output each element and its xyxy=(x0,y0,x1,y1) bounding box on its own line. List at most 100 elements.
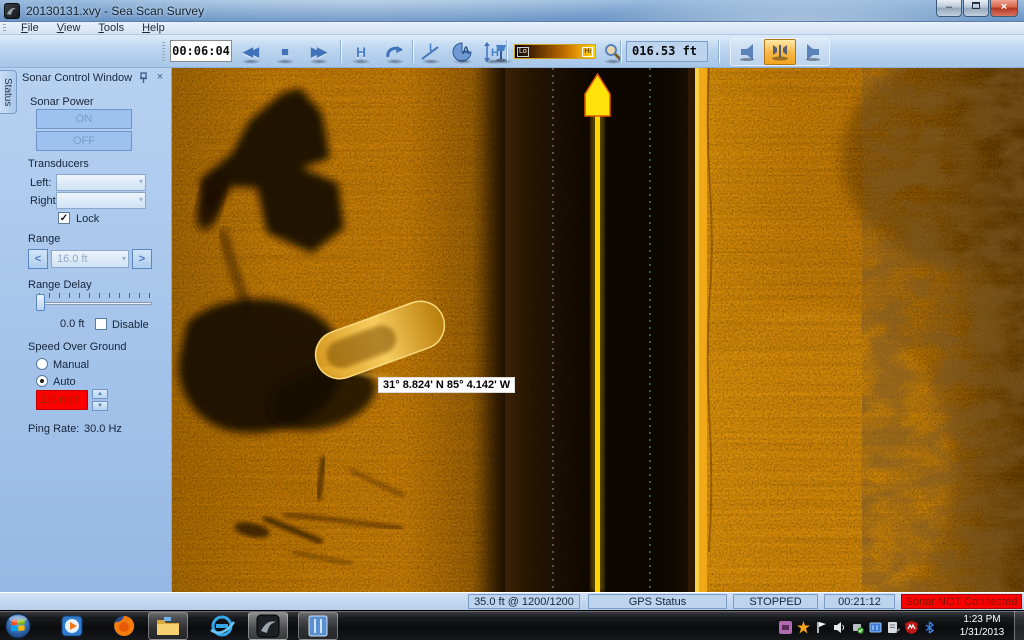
range-delay-slider-track[interactable] xyxy=(36,302,152,305)
sonar-image xyxy=(172,68,1024,592)
toolbar-grip xyxy=(162,42,165,62)
tray-antivirus-icon[interactable] xyxy=(904,620,918,634)
port-channel-button[interactable] xyxy=(731,39,763,65)
status-tab[interactable]: Status xyxy=(0,70,17,114)
close-button[interactable]: × xyxy=(990,0,1018,17)
titlebar[interactable]: 20130131.xvy - Sea Scan Survey – × xyxy=(0,0,1024,22)
speed-up-button[interactable]: ▲ xyxy=(92,389,108,399)
ie-icon xyxy=(209,614,235,638)
transducers-label: Transducers xyxy=(28,158,89,170)
close-panel-button[interactable]: × xyxy=(154,71,166,83)
menu-view[interactable]: View xyxy=(48,22,90,35)
taskbar-explorer[interactable] xyxy=(148,612,188,640)
speed-down-button[interactable]: ▼ xyxy=(92,401,108,411)
magnify-button[interactable] xyxy=(598,38,628,65)
taskbar-media-player[interactable] xyxy=(52,612,92,640)
panel-title: Sonar Control Window xyxy=(22,72,132,84)
auto-label: Auto xyxy=(53,376,76,388)
left-transducer-combo[interactable]: ▾ xyxy=(56,174,146,191)
tray-volume-icon[interactable] xyxy=(832,620,846,634)
starboard-channel-button[interactable] xyxy=(797,39,829,65)
manual-radio[interactable] xyxy=(36,358,48,370)
svg-text:A: A xyxy=(462,45,470,57)
range-delay-slider-thumb[interactable] xyxy=(36,294,45,311)
taskbar-internet-explorer[interactable] xyxy=(202,612,242,640)
tray-bluetooth-icon[interactable] xyxy=(922,620,936,634)
layback-button[interactable]: L xyxy=(416,38,446,65)
show-desktop-button[interactable] xyxy=(1014,611,1024,640)
status-state-panel: STOPPED xyxy=(733,594,818,609)
toolbar-separator xyxy=(340,40,342,63)
speed-field[interactable]: 2.0 mph xyxy=(36,390,88,410)
disable-label: Disable xyxy=(112,319,149,331)
radio-dot xyxy=(40,379,44,383)
menu-help[interactable]: Help xyxy=(133,22,174,35)
status-connection-panel: Sonar NOT Connected xyxy=(901,594,1022,609)
range-decrease-button[interactable]: < xyxy=(28,249,48,269)
status-gps-panel: GPS Status xyxy=(588,594,727,609)
ping-rate-label: Ping Rate: xyxy=(28,423,79,435)
tray-app-icon[interactable] xyxy=(778,620,792,634)
starboard-speaker-icon xyxy=(803,43,823,61)
sonar-waterfall-display[interactable]: 31° 8.824' N 85° 4.142' W xyxy=(172,68,1024,592)
media-player-icon xyxy=(60,614,84,638)
tray-display-icon[interactable] xyxy=(868,620,882,634)
taskbar-firefox[interactable] xyxy=(104,612,144,640)
slider-ticks xyxy=(39,293,151,298)
playback-time-display: 00:06:04 xyxy=(170,40,232,62)
sonar-on-button[interactable]: ON xyxy=(36,109,132,129)
start-button[interactable] xyxy=(5,613,31,639)
auto-gain-button[interactable]: A xyxy=(448,38,478,65)
rewind-button[interactable]: ◀◀ xyxy=(236,38,266,65)
range-delay-label: Range Delay xyxy=(28,279,92,291)
both-channels-button[interactable] xyxy=(764,39,796,65)
sea-scan-icon xyxy=(255,614,281,638)
tray-tasks-icon[interactable] xyxy=(886,620,900,634)
pin-panel-button[interactable] xyxy=(138,72,150,84)
lock-checkbox[interactable]: ✓ xyxy=(58,212,70,224)
chevron-down-icon: ▾ xyxy=(122,254,126,263)
stop-button[interactable]: ■ xyxy=(270,38,300,65)
disable-checkbox[interactable] xyxy=(95,318,107,330)
window-title: 20130131.xvy - Sea Scan Survey xyxy=(26,4,204,18)
sonar-off-button[interactable]: OFF xyxy=(36,131,132,151)
fast-forward-button[interactable]: ▶▶ xyxy=(304,38,334,65)
windows-orb-icon xyxy=(5,613,31,639)
lock-label: Lock xyxy=(76,213,99,225)
redo-button[interactable] xyxy=(380,38,410,65)
svg-text:L: L xyxy=(429,42,436,54)
auto-radio[interactable] xyxy=(36,375,48,387)
menubar: File View Tools Help xyxy=(0,22,1024,35)
taskbar-logbook[interactable] xyxy=(298,612,338,640)
tray-update-icon[interactable] xyxy=(796,620,810,634)
status-time-panel: 00:21:12 xyxy=(824,594,895,609)
taskbar-sea-scan[interactable] xyxy=(248,612,288,640)
range-combo[interactable]: 16.0 ft ▾ xyxy=(51,250,129,268)
minimize-button[interactable]: – xyxy=(936,0,962,17)
rewind-icon: ◀◀ xyxy=(243,44,259,60)
taskbar-clock[interactable]: 1:23 PM 1/31/2013 xyxy=(952,613,1012,639)
gradient-hi-label: Hi xyxy=(582,47,593,57)
gps-coordinates-tooltip: 31° 8.824' N 85° 4.142' W xyxy=(378,377,515,393)
home-h-icon: H xyxy=(356,44,366,60)
port-speaker-icon xyxy=(737,43,757,61)
statusbar: 35.0 ft @ 1200/1200 GPS Status STOPPED 0… xyxy=(0,592,1024,610)
menu-file[interactable]: File xyxy=(12,22,48,35)
logbook-icon xyxy=(306,614,330,638)
intensity-gradient-bar[interactable]: Lo Hi xyxy=(514,44,596,59)
tray-usb-icon[interactable] xyxy=(850,620,864,634)
toolbar-separator xyxy=(412,40,414,63)
range-increase-button[interactable]: > xyxy=(132,249,152,269)
clock-date: 1/31/2013 xyxy=(952,626,1012,639)
gradient-lo-label: Lo xyxy=(517,47,529,57)
right-transducer-combo[interactable]: ▾ xyxy=(56,192,146,209)
menu-tools[interactable]: Tools xyxy=(89,22,133,35)
stop-icon: ■ xyxy=(281,44,289,59)
toolbar-separator xyxy=(718,40,720,63)
ping-rate-value: 30.0 Hz xyxy=(84,423,122,435)
restore-button[interactable] xyxy=(963,0,989,17)
marker-pin-button[interactable] xyxy=(488,38,514,65)
return-home-button[interactable]: H xyxy=(346,38,376,65)
system-tray xyxy=(770,611,950,640)
tray-action-center-icon[interactable] xyxy=(814,620,828,634)
